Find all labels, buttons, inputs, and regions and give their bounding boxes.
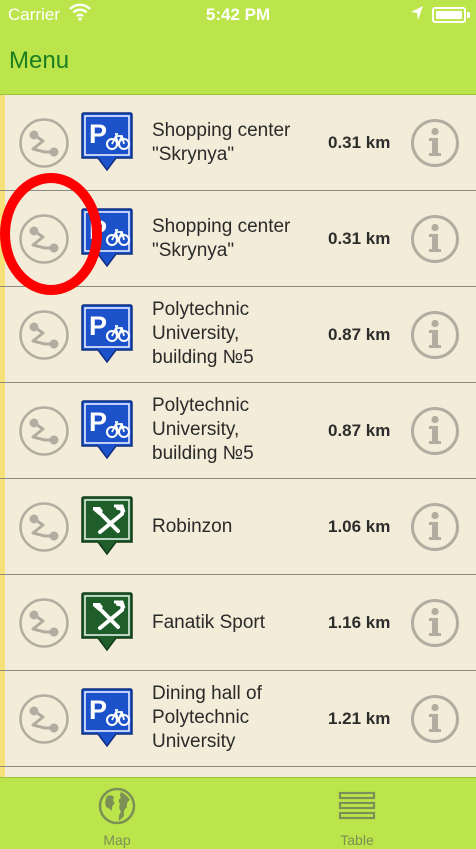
route-icon[interactable] [18,693,70,745]
info-icon[interactable] [410,214,460,264]
bike-parking-icon: P [80,400,134,462]
tab-map[interactable]: Map [57,778,177,849]
bike-repair-icon [80,592,134,654]
place-name-line: University, [152,323,240,344]
info-icon[interactable] [410,118,460,168]
place-name-line: Robinzon [152,516,233,537]
info-icon[interactable] [410,406,460,456]
place-distance: 0.31 km [328,229,391,248]
place-distance: 1.21 km [328,709,391,728]
place-name-line: Dining hall of [152,683,262,704]
row-accent-stripe [0,671,5,766]
place-name: Shopping center "Skrynya" [152,215,327,263]
place-name-line: Shopping center [152,120,291,141]
place-name: Robinzon [152,515,327,539]
route-icon[interactable] [18,597,70,649]
row-accent-stripe [0,95,5,190]
bike-parking-icon: P [80,112,134,174]
svg-text:P: P [89,119,107,149]
row-accent-stripe [0,767,5,777]
location-arrow-icon [410,5,424,26]
bike-repair-icon [80,496,134,558]
place-name: Polytechnic University, building №5 [152,298,327,370]
place-name-line: "Skrynya" [152,144,235,165]
list-item[interactable]: Fanatik Sport 1.16 km [0,575,476,671]
places-list[interactable]: P Shopping center "Skrynya" 0.31 km P Shoppin… [0,95,476,777]
place-distance: 1.06 km [328,517,391,536]
list-item[interactable]: P Shopping center "Skrynya" 0.31 km [0,191,476,287]
row-accent-stripe [0,287,5,382]
row-accent-stripe [0,191,5,286]
status-bar: Carrier 5:42 PM [0,0,476,30]
place-name-line: building №5 [152,443,254,464]
tab-map-label: Map [103,832,131,848]
clock: 5:42 PM [205,5,271,24]
list-item[interactable]: P Shopping center "Skrynya" 0.31 km [0,95,476,191]
place-name-line: building №5 [152,347,254,368]
info-icon[interactable] [410,694,460,744]
svg-text:P: P [89,215,107,245]
svg-text:P: P [89,695,107,725]
route-icon[interactable] [18,117,70,169]
menu-button[interactable]: Menu [9,47,69,75]
place-name-line: "Skrynya" [152,240,235,261]
list-item[interactable]: P Polytechnic University, building №5 0.87 k… [0,287,476,383]
list-item[interactable]: Robinzon 1.06 km [0,479,476,575]
place-distance: 0.87 km [328,421,391,440]
list-item[interactable]: P Dining hall of Polytechnic University 1.21… [0,671,476,767]
place-name-line: Shopping center [152,216,291,237]
info-icon[interactable] [410,502,460,552]
info-icon[interactable] [410,598,460,648]
list-item[interactable]: PDining hall of [0,767,476,777]
bike-parking-icon: P [80,688,134,750]
bike-parking-icon: P [80,304,134,366]
place-name-line: Polytechnic [152,707,250,728]
place-distance: 1.16 km [328,613,391,632]
globe-icon [98,787,136,825]
bike-parking-icon: P [80,208,134,270]
place-name: Polytechnic University, building №5 [152,394,327,466]
row-accent-stripe [0,575,5,670]
tab-bar: Map Table [0,777,476,849]
place-name-line: Polytechnic [152,299,250,320]
place-name-line: University, [152,419,240,440]
info-icon[interactable] [410,310,460,360]
place-distance: 0.87 km [328,325,391,344]
top-bar: Carrier 5:42 PM Menu [0,0,476,95]
route-icon[interactable] [18,501,70,553]
place-name-line: Polytechnic [152,395,250,416]
place-name: Shopping center "Skrynya" [152,119,327,167]
row-accent-stripe [0,479,5,574]
place-name: Fanatik Sport [152,611,327,635]
route-icon[interactable] [18,405,70,457]
place-name: Dining hall of Polytechnic University [152,682,327,754]
svg-text:P: P [89,407,107,437]
list-icon [338,791,376,820]
route-icon[interactable] [18,213,70,265]
place-name-line: Fanatik Sport [152,612,265,633]
battery-icon [432,7,470,23]
list-item[interactable]: P Polytechnic University, building №5 0.87 k… [0,383,476,479]
row-accent-stripe [0,383,5,478]
place-name-line: University [152,731,236,752]
svg-text:P: P [89,311,107,341]
tab-table-label: Table [340,832,374,848]
route-icon[interactable] [18,309,70,361]
place-distance: 0.31 km [328,133,391,152]
tab-table[interactable]: Table [297,778,417,849]
